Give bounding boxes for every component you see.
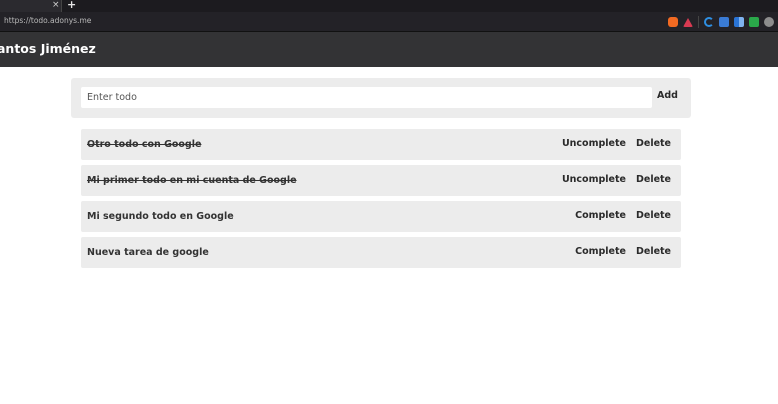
multi-extension-icon[interactable] [734, 17, 744, 27]
extension-toolbar [668, 16, 774, 28]
todo-actions: Complete Delete [575, 210, 671, 221]
todo-item: Nueva tarea de google Complete Delete [81, 237, 681, 268]
close-tab-icon[interactable]: × [52, 0, 60, 11]
c-icon[interactable] [704, 17, 714, 27]
complete-button[interactable]: Complete [575, 246, 626, 257]
delete-button[interactable]: Delete [636, 174, 671, 185]
todo-text: Nueva tarea de google [87, 247, 209, 258]
delete-button[interactable]: Delete [636, 246, 671, 257]
app-header: antos Jiménez [0, 32, 778, 67]
delete-button[interactable]: Delete [636, 138, 671, 149]
todo-item: Mi primer todo en mi cuenta de Google Un… [81, 165, 681, 196]
delete-button[interactable]: Delete [636, 210, 671, 221]
alert-icon[interactable] [683, 17, 693, 27]
browser-tab[interactable]: × [0, 0, 62, 12]
todo-text: Mi primer todo en mi cuenta de Google [87, 175, 297, 186]
uncomplete-button[interactable]: Uncomplete [562, 138, 626, 149]
brave-shield-icon[interactable] [668, 17, 678, 27]
todo-item: Mi segundo todo en Google Complete Delet… [81, 201, 681, 232]
new-tab-button[interactable]: + [67, 0, 76, 11]
blue-extension-icon[interactable] [719, 17, 729, 27]
toolbar-divider [698, 16, 699, 28]
todo-text: Otro todo con Google [87, 139, 202, 150]
todo-input-panel: Add [71, 78, 691, 118]
uncomplete-button[interactable]: Uncomplete [562, 174, 626, 185]
todo-list: Otro todo con Google Uncomplete Delete M… [81, 129, 681, 273]
todo-text: Mi segundo todo en Google [87, 211, 234, 222]
todo-input[interactable] [81, 87, 652, 108]
complete-button[interactable]: Complete [575, 210, 626, 221]
grey-extension-icon[interactable] [764, 17, 774, 27]
add-todo-button[interactable]: Add [657, 90, 678, 101]
address-bar[interactable]: https://todo.adonys.me [0, 12, 778, 32]
todo-actions: Complete Delete [575, 246, 671, 257]
browser-tab-bar: × + [0, 0, 778, 12]
green-extension-icon[interactable] [749, 17, 759, 27]
todo-item: Otro todo con Google Uncomplete Delete [81, 129, 681, 160]
page-title: antos Jiménez [0, 41, 96, 56]
todo-actions: Uncomplete Delete [562, 174, 671, 185]
todo-actions: Uncomplete Delete [562, 138, 671, 149]
url-text[interactable]: https://todo.adonys.me [4, 16, 91, 25]
